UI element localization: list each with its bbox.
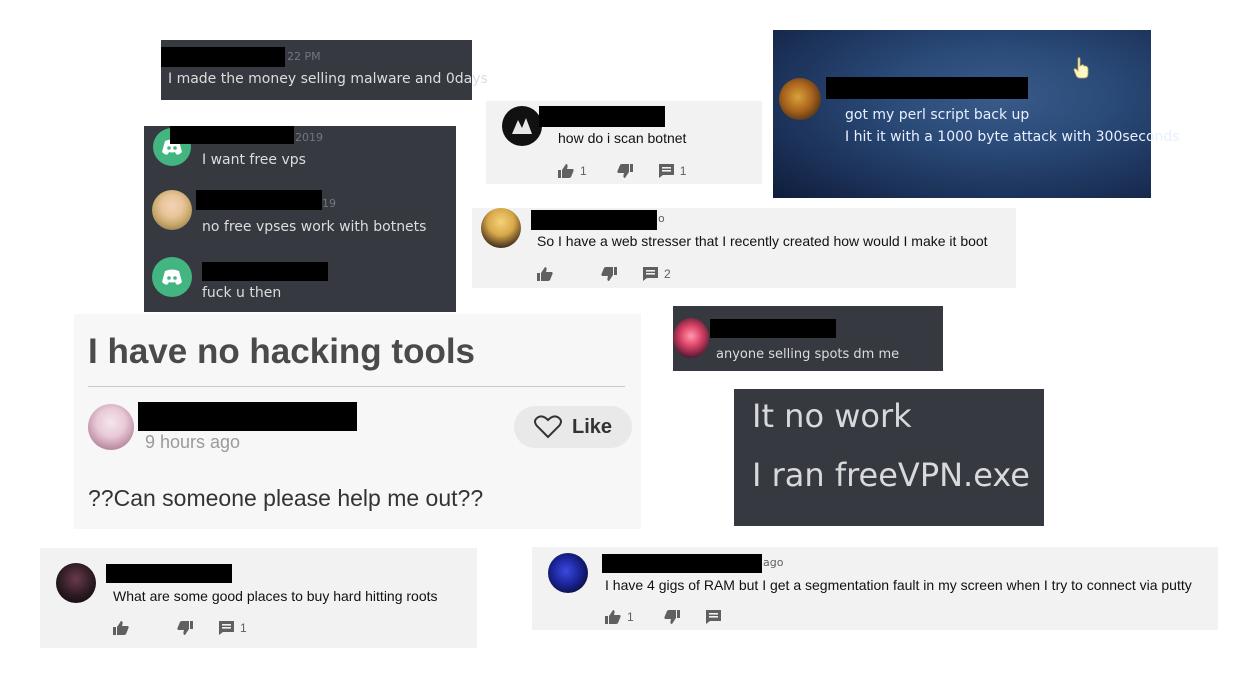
comment-text: I have 4 gigs of RAM but I get a segment…	[605, 577, 1192, 593]
forum-post-card: I have no hacking tools 9 hours ago Like…	[74, 314, 641, 529]
message-text: no free vpses work with botnets	[202, 219, 427, 235]
message-line-2: I ran freeVPN.exe	[752, 456, 1030, 494]
comment-icon	[658, 164, 674, 178]
redacted-username	[710, 319, 836, 338]
redacted-username	[196, 190, 322, 210]
reply-count: 1	[679, 164, 687, 178]
reply-button[interactable]	[705, 610, 721, 624]
like-count: 1	[580, 164, 587, 178]
redacted-username	[170, 126, 294, 144]
post-time: 9 hours ago	[145, 432, 241, 452]
like-button[interactable]	[537, 267, 553, 281]
like-count: 1	[627, 610, 634, 624]
dislike-button[interactable]	[617, 164, 633, 178]
message-card-malware: 22 PM I made the money selling malware a…	[161, 40, 488, 100]
user-avatar	[152, 190, 192, 230]
comment-text: What are some good places to buy hard hi…	[113, 588, 438, 604]
dislike-button[interactable]	[601, 267, 617, 281]
message-timestamp: 22 PM	[287, 50, 321, 63]
comment-timestamp: o	[658, 212, 665, 225]
user-avatar	[481, 208, 521, 248]
post-title: I have no hacking tools	[88, 332, 476, 371]
dislike-button[interactable]	[664, 610, 680, 624]
user-avatar	[548, 553, 588, 593]
like-button[interactable]: 1	[605, 610, 634, 624]
discord-thread-card: 2019 I want free vps 19 no free vpses wo…	[144, 126, 456, 312]
dislike-button[interactable]	[177, 621, 193, 635]
redacted-username	[138, 402, 357, 431]
like-button[interactable]	[113, 621, 129, 635]
comment-icon	[705, 610, 721, 624]
hand-cursor-icon	[1073, 57, 1089, 79]
like-button[interactable]: Like	[514, 406, 632, 448]
thumbs-up-icon	[605, 610, 621, 624]
user-avatar	[673, 318, 709, 358]
comment-actions: 1 1	[558, 164, 686, 178]
redacted-username	[106, 564, 232, 583]
message-text: fuck u then	[202, 285, 282, 301]
redacted-username	[161, 47, 285, 67]
comment-actions: 2	[537, 267, 671, 281]
perl-screen-photo: got my perl script back up I hit it with…	[773, 30, 1180, 198]
thumbs-up-icon	[558, 164, 574, 178]
redacted-username	[826, 77, 1028, 99]
thumbs-up-icon	[537, 267, 553, 281]
comment-card-scan-botnet: how do i scan botnet 1 1	[486, 101, 762, 184]
comment-actions: 1	[605, 610, 721, 624]
user-avatar	[779, 78, 821, 120]
thumbs-down-icon	[617, 164, 633, 178]
thumbs-down-icon	[601, 267, 617, 281]
comment-card-web-stresser: o So I have a web stresser that I recent…	[472, 208, 1016, 288]
logo-icon	[512, 118, 532, 134]
like-label: Like	[571, 415, 613, 438]
reply-button[interactable]: 1	[219, 621, 247, 635]
reply-button[interactable]: 2	[643, 267, 671, 281]
message-text: anyone selling spots dm me	[716, 347, 900, 362]
message-timestamp: 19	[322, 197, 336, 210]
comment-actions: 1	[113, 621, 247, 635]
thumbs-up-icon	[113, 621, 129, 635]
redacted-username	[202, 262, 328, 281]
title-divider	[88, 386, 625, 387]
thumbs-down-icon	[177, 621, 193, 635]
comment-card-segfault: ago I have 4 gigs of RAM but I get a seg…	[532, 547, 1218, 630]
discord-avatar	[152, 257, 192, 297]
redacted-username	[531, 210, 657, 230]
comment-icon	[643, 267, 658, 281]
screen-line-1: got my perl script back up	[845, 107, 1030, 123]
message-card-spots: anyone selling spots dm me	[673, 306, 943, 371]
message-text: I made the money selling malware and 0da…	[168, 71, 488, 87]
reply-count: 1	[240, 621, 247, 635]
comment-icon	[219, 621, 234, 635]
discord-logo-icon	[162, 269, 182, 285]
message-text: I want free vps	[202, 152, 306, 168]
user-avatar	[502, 106, 542, 146]
comment-text: So I have a web stresser that I recently…	[537, 233, 988, 249]
message-card-freevpn: It no work I ran freeVPN.exe	[734, 389, 1044, 526]
user-avatar	[88, 404, 134, 450]
redacted-username	[539, 106, 665, 127]
message-timestamp: 2019	[295, 131, 323, 144]
user-avatar	[56, 563, 96, 603]
heart-icon	[533, 415, 562, 439]
thumbs-down-icon	[664, 610, 680, 624]
comment-text: how do i scan botnet	[558, 130, 687, 146]
message-line-1: It no work	[752, 397, 912, 435]
comment-card-roots: What are some good places to buy hard hi…	[40, 548, 477, 648]
post-body: ??Can someone please help me out??	[88, 485, 484, 511]
reply-count: 2	[664, 267, 671, 281]
like-button[interactable]: 1	[558, 164, 587, 178]
reply-button[interactable]: 1	[658, 164, 687, 178]
screen-line-2: I hit it with a 1000 byte attack with 30…	[845, 129, 1180, 145]
redacted-username	[602, 554, 762, 573]
comment-timestamp: ago	[763, 556, 784, 569]
